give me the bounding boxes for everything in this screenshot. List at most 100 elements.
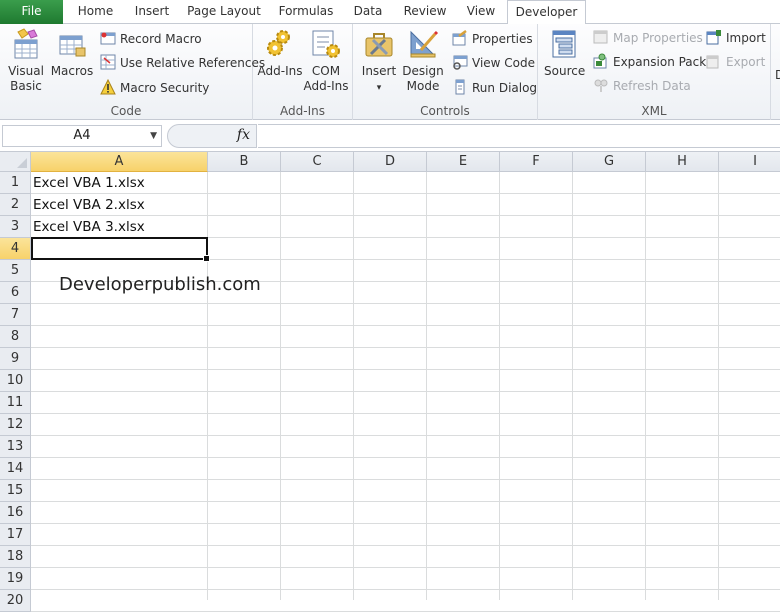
column-header-d[interactable]: D bbox=[354, 152, 427, 172]
record-macro-label: Record Macro bbox=[120, 32, 202, 46]
ribbon: Visual Basic Macros Record Macro Use Rel… bbox=[0, 24, 780, 120]
tab-file[interactable]: File bbox=[0, 0, 63, 24]
row-header-2[interactable]: 2 bbox=[0, 194, 31, 216]
row-header-12[interactable]: 12 bbox=[0, 414, 31, 436]
row-header-19[interactable]: 19 bbox=[0, 568, 31, 590]
record-macro-icon bbox=[100, 32, 116, 45]
row-header-15[interactable]: 15 bbox=[0, 480, 31, 502]
expansion-packs-label: Expansion Packs bbox=[613, 55, 713, 69]
gridline-horizontal bbox=[31, 369, 780, 370]
row-header-1[interactable]: 1 bbox=[0, 172, 31, 194]
insert-control-button[interactable]: Insert ▾ bbox=[359, 28, 399, 96]
export-button[interactable]: Export bbox=[706, 52, 765, 72]
column-header-b[interactable]: B bbox=[208, 152, 281, 172]
select-all-button[interactable] bbox=[0, 152, 31, 172]
tab-insert[interactable]: Insert bbox=[126, 0, 178, 24]
formula-input[interactable] bbox=[258, 124, 780, 148]
watermark-text: Developerpublish.com bbox=[59, 274, 261, 295]
gridline-horizontal bbox=[31, 325, 780, 326]
column-header-a[interactable]: A bbox=[31, 152, 208, 172]
row-header-17[interactable]: 17 bbox=[0, 524, 31, 546]
map-properties-label: Map Properties bbox=[613, 31, 703, 45]
run-dialog-label: Run Dialog bbox=[472, 81, 538, 95]
gridline-horizontal bbox=[31, 523, 780, 524]
run-dialog-button[interactable]: Run Dialog bbox=[452, 78, 537, 98]
refresh-data-icon bbox=[594, 79, 608, 92]
insert-function-icon[interactable]: fx bbox=[237, 127, 250, 143]
row-header-20[interactable]: 20 bbox=[0, 590, 31, 612]
gridline-horizontal bbox=[31, 391, 780, 392]
row-header-3[interactable]: 3 bbox=[0, 216, 31, 238]
row-header-16[interactable]: 16 bbox=[0, 502, 31, 524]
expansion-packs-icon bbox=[593, 53, 607, 69]
group-code: Visual Basic Macros Record Macro Use Rel… bbox=[0, 24, 265, 120]
tab-review[interactable]: Review bbox=[396, 0, 454, 24]
cell-a1[interactable]: Excel VBA 1.xlsx bbox=[33, 172, 145, 194]
import-label: Import bbox=[726, 31, 766, 45]
record-macro-button[interactable]: Record Macro bbox=[100, 29, 202, 49]
properties-button[interactable]: Properties bbox=[452, 29, 533, 49]
source-label: Source bbox=[544, 64, 586, 78]
design-mode-button[interactable]: Design Mode bbox=[401, 28, 445, 94]
map-properties-button[interactable]: Map Properties bbox=[593, 28, 703, 48]
tab-page-layout[interactable]: Page Layout bbox=[182, 0, 266, 24]
active-cell-selection[interactable] bbox=[31, 237, 210, 262]
macros-button[interactable]: Macros bbox=[50, 28, 94, 79]
row-header-14[interactable]: 14 bbox=[0, 458, 31, 480]
worksheet-grid[interactable]: A B C D E F G H I 1 2 3 4 5 6 7 8 9 10 11 12 13 14 15 16 17 18 19 20… bbox=[0, 152, 780, 612]
export-label: Export bbox=[726, 55, 766, 69]
row-header-7[interactable]: 7 bbox=[0, 304, 31, 326]
column-header-e[interactable]: E bbox=[427, 152, 500, 172]
com-add-ins-icon bbox=[312, 30, 340, 58]
chevron-down-icon[interactable]: ▼ bbox=[150, 126, 157, 146]
row-header-8[interactable]: 8 bbox=[0, 326, 31, 348]
group-label-code: Code bbox=[110, 104, 142, 118]
row-header-9[interactable]: 9 bbox=[0, 348, 31, 370]
import-icon bbox=[706, 30, 721, 45]
design-mode-icon bbox=[410, 30, 439, 58]
relative-references-icon bbox=[100, 54, 116, 70]
macro-security-button[interactable]: Macro Security bbox=[100, 78, 209, 98]
tab-developer[interactable]: Developer bbox=[507, 0, 586, 25]
gridline-horizontal bbox=[31, 435, 780, 436]
column-header-g[interactable]: G bbox=[573, 152, 646, 172]
row-header-11[interactable]: 11 bbox=[0, 392, 31, 414]
row-header-5[interactable]: 5 bbox=[0, 260, 31, 282]
tab-formulas[interactable]: Formulas bbox=[272, 0, 340, 24]
column-header-h[interactable]: H bbox=[646, 152, 719, 172]
macros-label: Macros bbox=[50, 64, 94, 78]
refresh-data-button[interactable]: Refresh Data bbox=[593, 76, 691, 96]
source-button[interactable]: Source bbox=[544, 28, 586, 79]
properties-label: Properties bbox=[472, 32, 533, 46]
gridline-horizontal bbox=[31, 501, 780, 502]
row-header-10[interactable]: 10 bbox=[0, 370, 31, 392]
row-header-6[interactable]: 6 bbox=[0, 282, 31, 304]
gridline-horizontal bbox=[31, 303, 780, 304]
com-add-ins-label-2: Add-Ins bbox=[303, 79, 349, 93]
expansion-packs-button[interactable]: Expansion Packs bbox=[593, 52, 712, 72]
row-header-18[interactable]: 18 bbox=[0, 546, 31, 568]
macros-icon bbox=[59, 35, 86, 57]
tab-data[interactable]: Data bbox=[345, 0, 391, 24]
visual-basic-icon bbox=[14, 28, 38, 59]
cell-a3[interactable]: Excel VBA 3.xlsx bbox=[33, 216, 145, 238]
name-box[interactable]: A4 ▼ bbox=[2, 125, 162, 147]
tab-view[interactable]: View bbox=[458, 0, 504, 24]
design-mode-label-1: Design bbox=[402, 64, 444, 78]
row-header-13[interactable]: 13 bbox=[0, 436, 31, 458]
com-add-ins-button[interactable]: COM Add-Ins bbox=[303, 28, 349, 94]
cell-a2[interactable]: Excel VBA 2.xlsx bbox=[33, 194, 145, 216]
tab-home[interactable]: Home bbox=[68, 0, 123, 24]
column-header-f[interactable]: F bbox=[500, 152, 573, 172]
export-icon bbox=[706, 55, 719, 69]
row-header-4[interactable]: 4 bbox=[0, 238, 31, 260]
column-header-i[interactable]: I bbox=[719, 152, 780, 172]
use-relative-references-button[interactable]: Use Relative References bbox=[100, 53, 265, 73]
add-ins-button[interactable]: Add-Ins bbox=[257, 28, 303, 79]
visual-basic-label-2: Basic bbox=[10, 79, 42, 93]
import-button[interactable]: Import bbox=[706, 28, 766, 48]
next-group-partial-button[interactable]: D bbox=[775, 68, 780, 83]
column-header-c[interactable]: C bbox=[281, 152, 354, 172]
visual-basic-button[interactable]: Visual Basic bbox=[4, 28, 48, 94]
view-code-button[interactable]: View Code bbox=[452, 53, 535, 73]
